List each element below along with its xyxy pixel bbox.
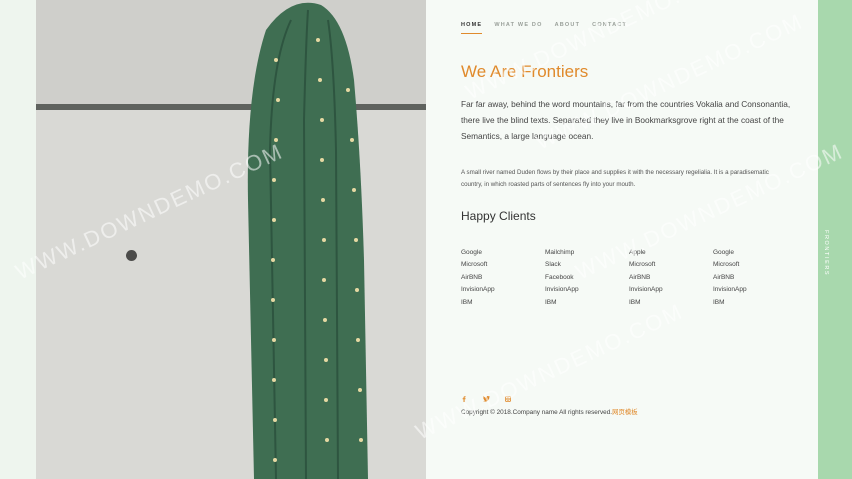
client-item: Google: [461, 249, 482, 256]
right-sidebar: FRONTIERS: [818, 0, 852, 479]
clients-list: Google Microsoft AirBNB InvisionApp IBM …: [461, 247, 797, 309]
facebook-icon[interactable]: [461, 389, 467, 402]
client-item: Google: [713, 249, 734, 256]
template-link[interactable]: 网页模板: [612, 409, 638, 416]
nav-about[interactable]: About: [555, 22, 581, 34]
client-item: IBM: [545, 298, 557, 306]
client-item: IBM: [629, 298, 641, 306]
client-item: Slack: [545, 261, 561, 269]
cactus-image: [247, 2, 368, 479]
lead-paragraph: Far far away, behind the word mountains,…: [461, 99, 791, 141]
instagram-icon[interactable]: [505, 389, 511, 402]
clients-column: Mailchimp Slack Facebook InvisionApp IBM: [545, 247, 629, 309]
social-links: [461, 389, 511, 402]
copyright-text: Copyright © 2018.Company name All rights…: [461, 409, 613, 416]
client-item: Microsoft: [713, 261, 740, 269]
main-content: Home What we do About Contact We Are Fro…: [426, 0, 818, 479]
client-item: Microsoft: [461, 261, 488, 269]
wall-hole: [126, 250, 137, 261]
left-margin: [0, 0, 36, 479]
small-paragraph: A small river named Duden flows by their…: [461, 169, 769, 188]
clients-column: Google Microsoft AirBNB InvisionApp IBM: [713, 247, 797, 309]
client-item: IBM: [461, 298, 473, 306]
client-item: InvisionApp: [629, 286, 663, 294]
client-item: InvisionApp: [545, 286, 579, 294]
nav-contact[interactable]: Contact: [592, 22, 627, 34]
client-item: AirBNB: [713, 273, 735, 281]
client-item: Microsoft: [629, 261, 656, 269]
twitter-icon[interactable]: [483, 389, 490, 402]
clients-heading: Happy Clients: [461, 209, 536, 223]
client-item: IBM: [713, 298, 725, 306]
client-item: InvisionApp: [461, 286, 495, 294]
client-item: InvisionApp: [713, 286, 747, 294]
client-item: AirBNB: [629, 273, 651, 281]
top-nav: Home What we do About Contact: [461, 22, 627, 34]
clients-column: Google Microsoft AirBNB InvisionApp IBM: [461, 247, 545, 309]
client-item: Mailchimp: [545, 249, 575, 256]
clients-column: Apple Microsoft AirBNB InvisionApp IBM: [629, 247, 713, 309]
hero-photo: [36, 0, 426, 479]
nav-what-we-do[interactable]: What we do: [494, 22, 542, 34]
nav-home[interactable]: Home: [461, 22, 483, 34]
page-title: We Are Frontiers: [461, 62, 589, 81]
client-item: Apple: [629, 249, 646, 256]
sidebar-brand[interactable]: FRONTIERS: [823, 230, 829, 276]
copyright: Copyright © 2018.Company name All rights…: [461, 407, 638, 416]
client-item: Facebook: [545, 273, 574, 281]
client-item: AirBNB: [461, 273, 483, 281]
